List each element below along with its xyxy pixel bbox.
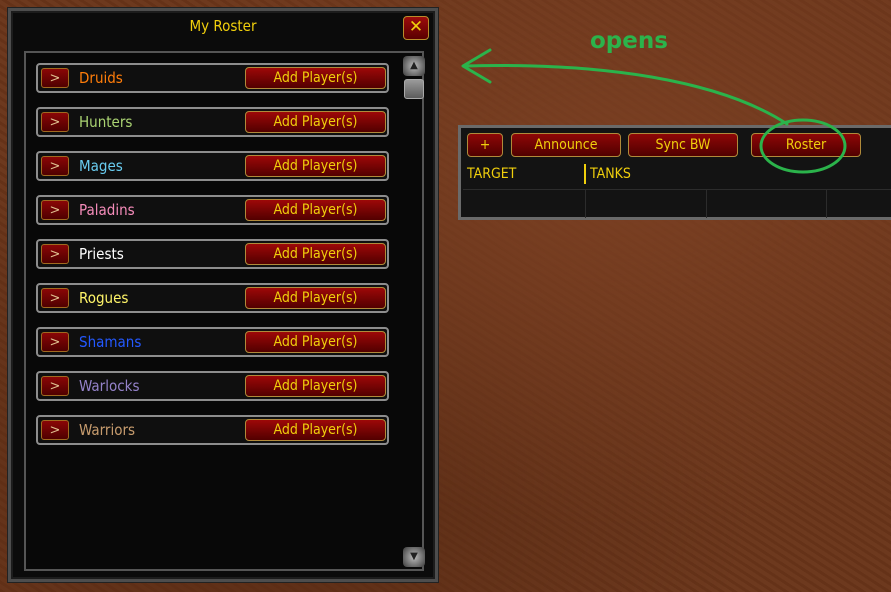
opens-arrow-icon <box>463 63 789 126</box>
annotation-overlay <box>461 48 847 174</box>
highlight-circle-icon <box>759 118 847 174</box>
